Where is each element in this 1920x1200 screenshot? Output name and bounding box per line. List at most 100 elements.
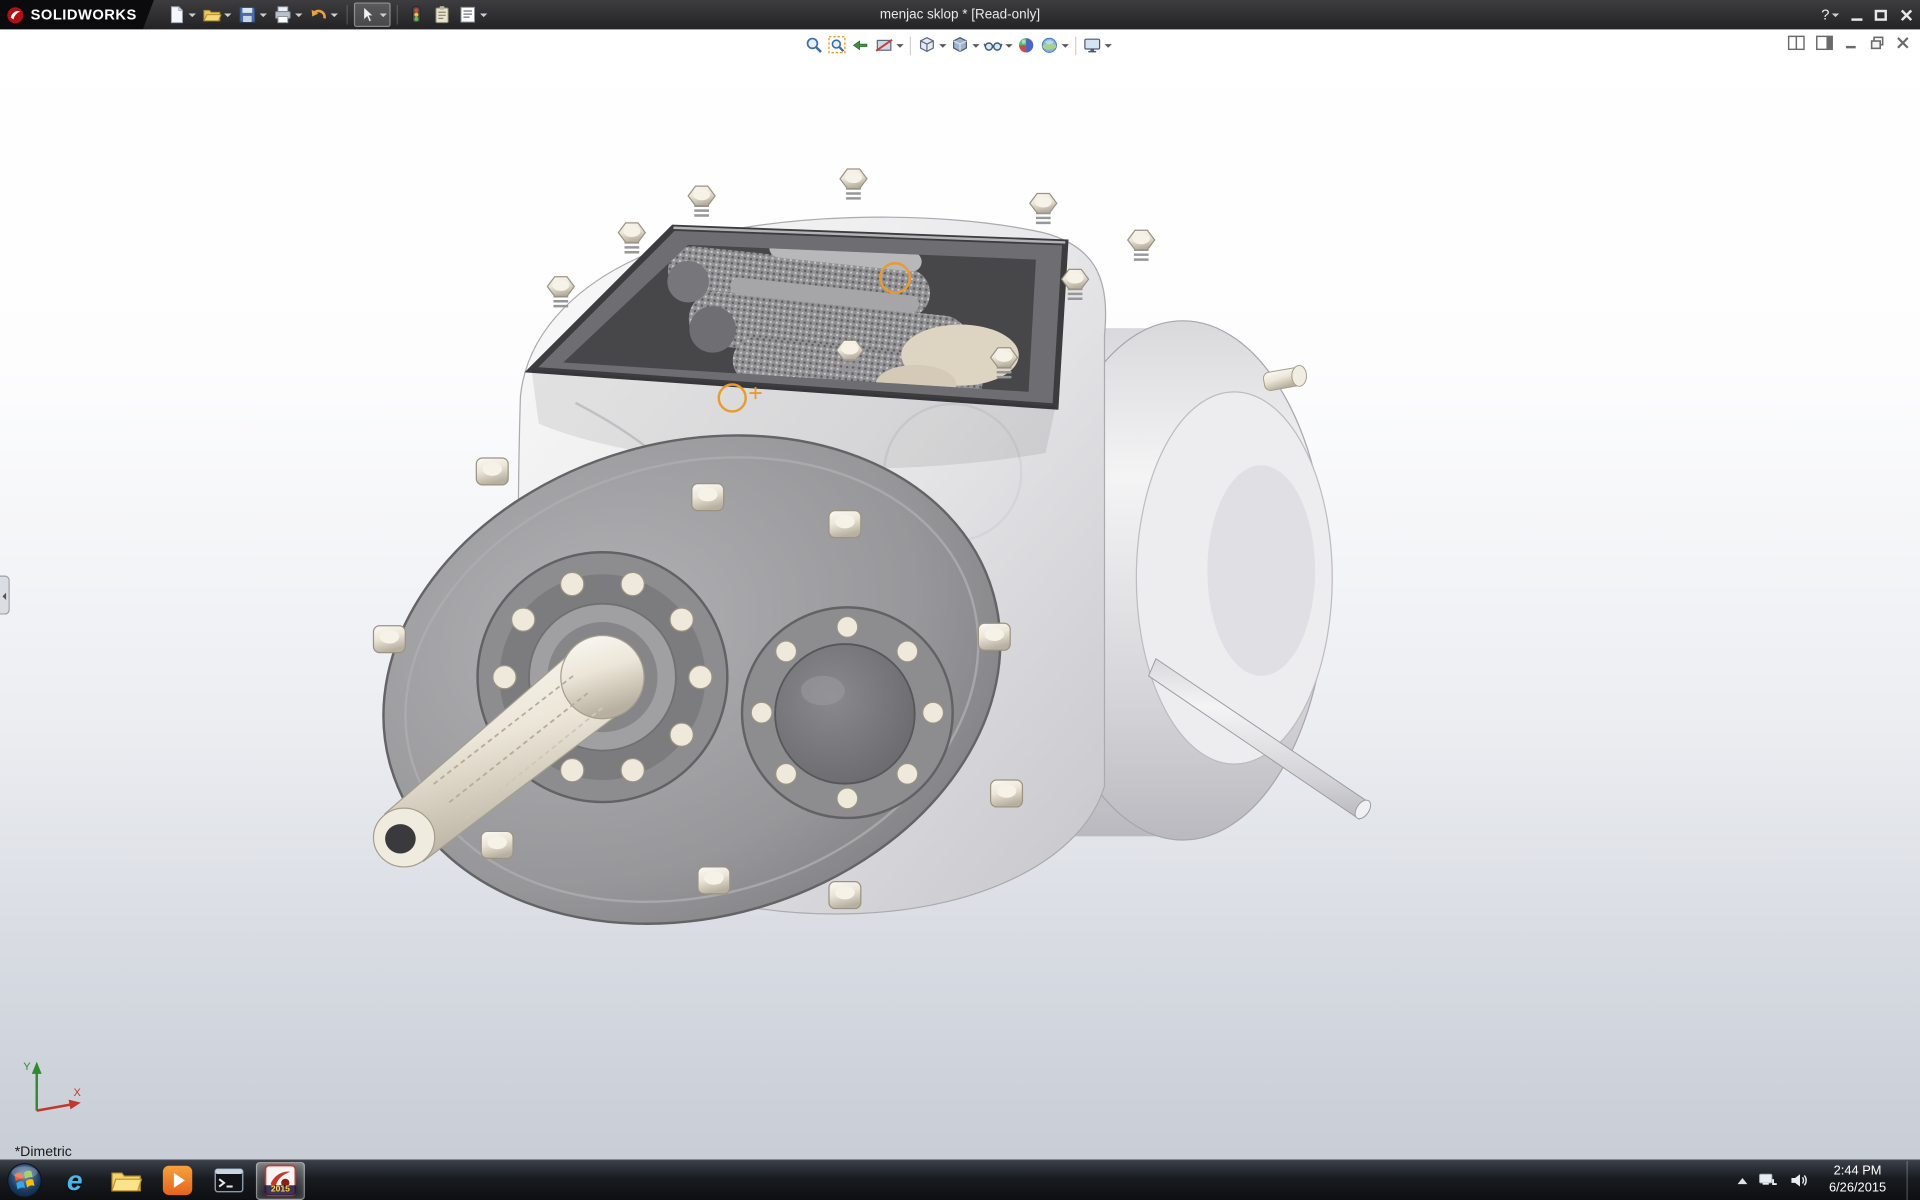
new-button[interactable] [164,4,198,26]
zoom-to-area-icon [828,36,848,56]
media-player-icon [163,1166,192,1195]
command-prompt-icon [214,1168,243,1192]
maximize-button[interactable] [1875,9,1887,20]
select-cursor-icon [357,5,377,25]
pane-display-button[interactable] [1816,36,1833,51]
dropdown-arrow-icon[interactable] [188,13,195,17]
dropdown-arrow-icon[interactable] [939,43,946,47]
system-tray: 2:44 PM 6/26/2015 [1738,1161,1920,1200]
save-button[interactable] [235,4,269,26]
file-properties-button[interactable] [429,4,453,26]
dropdown-arrow-icon[interactable] [259,13,266,17]
apply-scene-button[interactable] [1038,34,1070,56]
dropdown-arrow-icon[interactable] [1832,13,1839,17]
view-orientation-cube-icon [917,36,937,56]
section-view-icon [874,36,894,56]
open-button[interactable] [199,4,233,26]
document-window-controls [1788,36,1910,51]
solidworks-version-badge: 2015 [264,1185,296,1195]
gearbox-model[interactable] [0,29,1920,1159]
tray-volume-button[interactable] [1789,1172,1809,1189]
close-button[interactable] [1899,8,1912,21]
pane-display-icon [1816,36,1833,51]
undo-button[interactable] [306,4,340,26]
display-style-icon [950,36,970,56]
top-cover-opening[interactable] [531,228,1065,469]
viewport-split-icon [1788,36,1805,51]
tray-show-hidden-button[interactable] [1738,1177,1748,1183]
display-style-button[interactable] [949,34,981,56]
solidworks-logo: SOLIDWORKS [0,0,154,29]
minimize-button[interactable] [1851,9,1862,21]
section-view-button[interactable] [873,34,905,56]
taskbar-media-player[interactable] [153,1161,202,1199]
dropdown-arrow-icon[interactable] [295,13,302,17]
options-page-icon [458,5,478,25]
dropdown-arrow-icon[interactable] [1104,43,1111,47]
graphics-area[interactable]: Y X *Dimetric [0,29,1920,1159]
print-button[interactable] [270,4,304,26]
undo-icon [308,5,328,25]
dropdown-arrow-icon[interactable] [1005,43,1012,47]
zoom-to-fit-icon [804,36,824,56]
tray-clock[interactable]: 2:44 PM 6/26/2015 [1820,1164,1896,1197]
dropdown-arrow-icon[interactable] [896,43,903,47]
taskbar-command-prompt[interactable] [204,1161,253,1199]
view-orientation-button[interactable] [916,34,948,56]
taskbar-file-explorer[interactable] [102,1161,151,1199]
options-button[interactable] [455,4,489,26]
solidworks-app-icon: 2015 [264,1164,296,1196]
dropdown-arrow-icon[interactable] [379,13,386,17]
x-axis-label: X [73,1087,81,1099]
orientation-triad: Y X [20,1054,89,1123]
windows-start-icon [6,1162,43,1199]
document-title: menjac sklop * [Read-only] [880,7,1040,22]
chevron-up-icon [1738,1177,1748,1183]
dropdown-arrow-icon[interactable] [330,13,337,17]
left-panel-tab[interactable] [0,576,10,615]
zoom-to-area-button[interactable] [827,34,849,56]
help-button[interactable]: ? [1821,6,1839,23]
output-bearing-cover[interactable] [742,607,953,818]
start-button[interactable] [0,1160,49,1200]
viewport-split-button[interactable] [1788,36,1805,51]
save-icon [237,5,257,25]
dropdown-arrow-icon[interactable] [972,43,979,47]
close-document-button[interactable] [1896,36,1911,51]
select-button[interactable] [353,2,390,26]
view-orientation-label: *Dimetric [15,1145,72,1160]
taskbar-internet-explorer[interactable]: e [50,1161,99,1199]
apply-scene-globe-icon [1040,36,1060,56]
dropdown-arrow-icon[interactable] [480,13,487,17]
rebuild-button[interactable] [404,4,428,26]
taskbar: e [0,1160,1920,1200]
zoom-to-fit-button[interactable] [803,34,825,56]
top-shaft-stub[interactable] [1262,366,1306,392]
hide-show-glasses-icon [983,36,1003,56]
help-glyph: ? [1821,6,1829,23]
dropdown-arrow-icon[interactable] [224,13,231,17]
show-desktop-button[interactable] [1907,1160,1918,1200]
folder-icon [110,1167,142,1194]
rebuild-stoplight-icon [406,5,426,25]
network-icon [1758,1172,1778,1189]
window-controls: ? [1821,6,1920,23]
print-icon [273,5,293,25]
brand-text: SOLIDWORKS [31,6,137,23]
view-settings-button[interactable] [1081,34,1113,56]
restore-document-button[interactable] [1870,36,1885,51]
triad-axes-icon: Y X [20,1054,89,1123]
minimize-document-button[interactable] [1844,36,1859,51]
edit-appearance-button[interactable] [1015,34,1037,56]
dropdown-arrow-icon[interactable] [1062,43,1069,47]
previous-view-button[interactable] [850,34,872,56]
maximize-icon [1875,9,1887,20]
taskbar-solidworks[interactable]: 2015 [256,1161,305,1199]
clock-time: 2:44 PM [1820,1164,1896,1181]
hide-show-items-button[interactable] [982,34,1014,56]
close-icon [1899,8,1912,21]
toolbar-separator [910,36,911,54]
clock-date: 6/26/2015 [1820,1180,1896,1197]
tray-network-button[interactable] [1758,1172,1778,1189]
internet-explorer-icon: e [67,1166,83,1194]
